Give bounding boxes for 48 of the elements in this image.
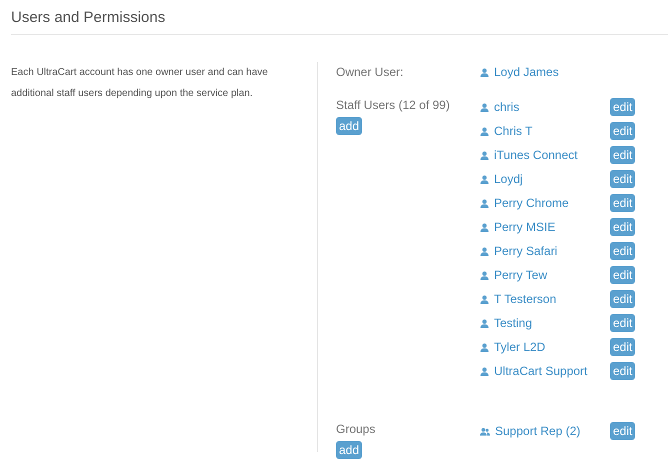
user-link[interactable]: Loydj [480,169,523,189]
user-icon [480,126,489,136]
user-link[interactable]: UltraCart Support [480,361,588,381]
user-icon [480,68,489,76]
user-link[interactable]: T Testerson [480,289,556,309]
edit-button[interactable]: edit [610,194,636,212]
field-label: Owner User: [336,64,404,81]
edit-button[interactable]: edit [610,146,636,164]
users-icon [480,426,490,436]
user-icon [480,222,489,232]
section-label: Staff Users (12 of 99) [336,97,450,114]
user-link[interactable]: Testing [480,313,532,333]
edit-button[interactable]: edit [610,338,636,356]
user-link[interactable]: Perry Tew [480,265,548,285]
edit-button[interactable]: edit [610,290,636,308]
user-link[interactable]: iTunes Connect [480,145,578,165]
user-link[interactable]: Perry Chrome [480,193,569,213]
edit-button[interactable]: edit [610,98,636,116]
user-link[interactable]: Chris T [480,121,532,141]
user-link[interactable]: Loyd James [480,62,610,82]
edit-button[interactable]: edit [610,266,636,284]
edit-button[interactable]: edit [610,422,636,440]
description-text: Each UltraCart account has one owner user and can have additional staff users depending upon the service plan. [11,66,269,101]
user-icon [480,102,489,112]
add-button[interactable]: add [336,117,362,135]
user-link[interactable]: Perry Safari [480,241,558,261]
user-icon [480,318,489,328]
user-link[interactable]: chris [480,97,520,117]
user-icon [480,174,489,184]
user-icon [480,366,489,376]
edit-button[interactable]: edit [610,314,636,332]
section-label: Groups [336,421,376,438]
user-icon [480,246,489,256]
user-icon [480,342,489,352]
edit-button[interactable]: edit [610,122,636,140]
edit-button[interactable]: edit [610,242,636,260]
user-icon [480,294,489,304]
user-icon [480,270,489,280]
user-icon [480,150,489,160]
user-link[interactable]: Support Rep (2) [480,421,580,441]
add-button[interactable]: add [336,441,362,459]
edit-button[interactable]: edit [610,218,636,236]
page-title: Users and Permissions [10,8,166,28]
user-link[interactable]: Tyler L2D [480,337,546,357]
edit-button[interactable]: edit [610,170,636,188]
user-icon [480,198,489,208]
user-link[interactable]: Perry MSIE [480,217,556,237]
edit-button[interactable]: edit [610,362,636,380]
